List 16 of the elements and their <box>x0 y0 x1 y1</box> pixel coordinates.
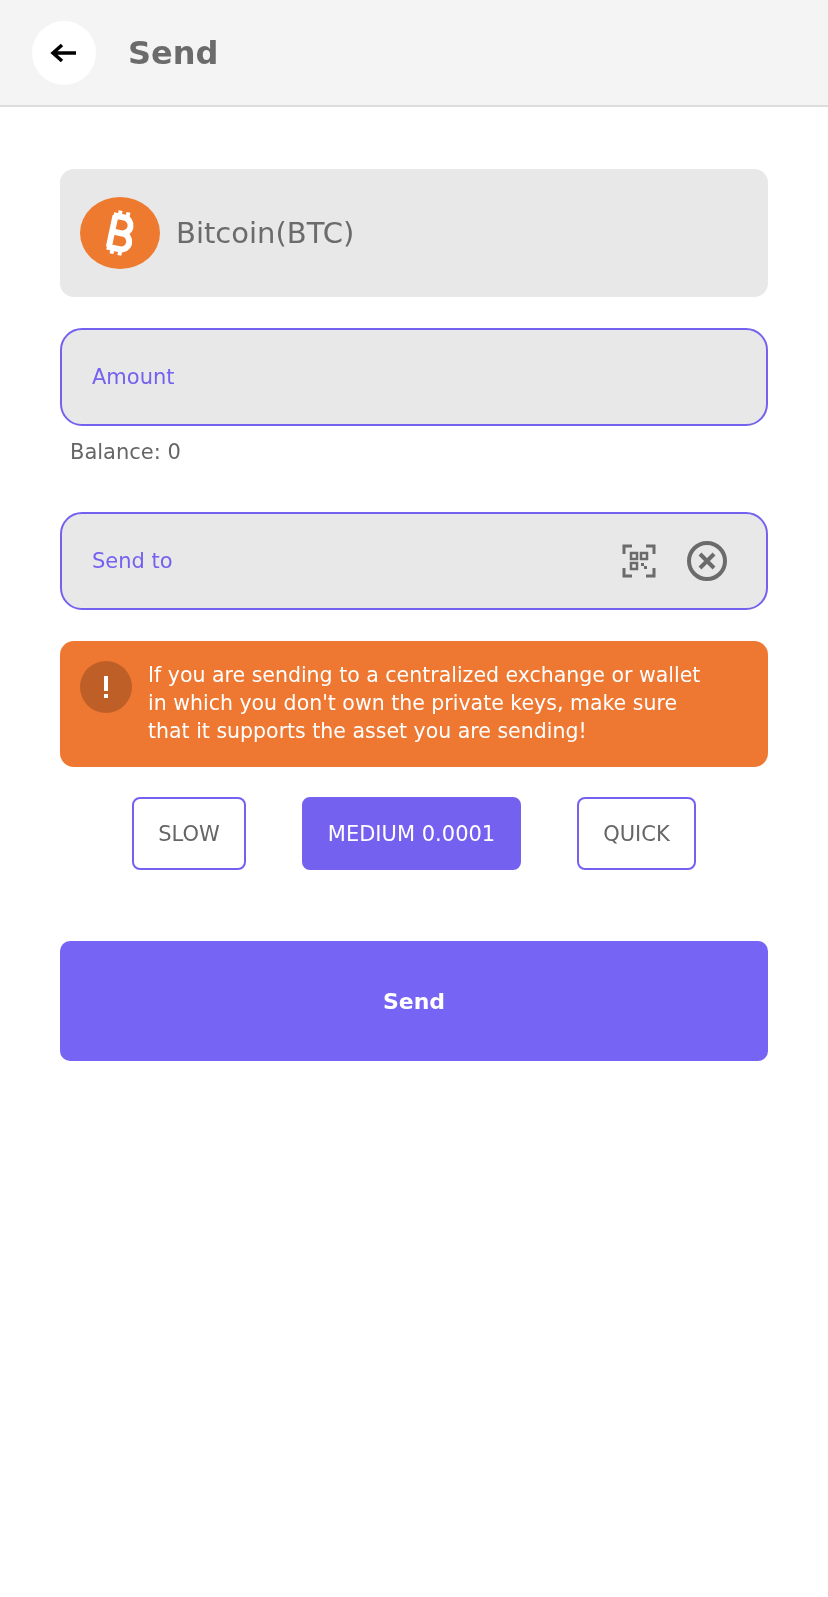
qr-code-icon[interactable] <box>622 544 656 578</box>
asset-selector[interactable]: Bitcoin(BTC) <box>60 169 768 297</box>
asset-name: Bitcoin(BTC) <box>176 216 355 250</box>
fee-option[interactable]: SLOW <box>132 797 246 870</box>
back-arrow-icon <box>50 42 78 63</box>
send-to-field[interactable]: Send to <box>60 512 768 610</box>
warning-icon <box>80 661 132 713</box>
warning-text: If you are sending to a centralized exchange or wallet in which you don't own the private keys, make sure that it supports the asset you are sending! <box>148 662 702 745</box>
page-title: Send <box>128 33 219 72</box>
fee-option[interactable]: QUICK <box>577 797 696 870</box>
fee-option[interactable]: MEDIUM 0.0001 <box>301 797 522 870</box>
send-button[interactable]: Send <box>60 941 768 1061</box>
balance-text: Balance: 0 <box>70 440 182 464</box>
clear-icon[interactable] <box>686 540 728 582</box>
amount-field[interactable]: Amount <box>60 328 768 426</box>
bitcoin-icon <box>80 197 160 269</box>
